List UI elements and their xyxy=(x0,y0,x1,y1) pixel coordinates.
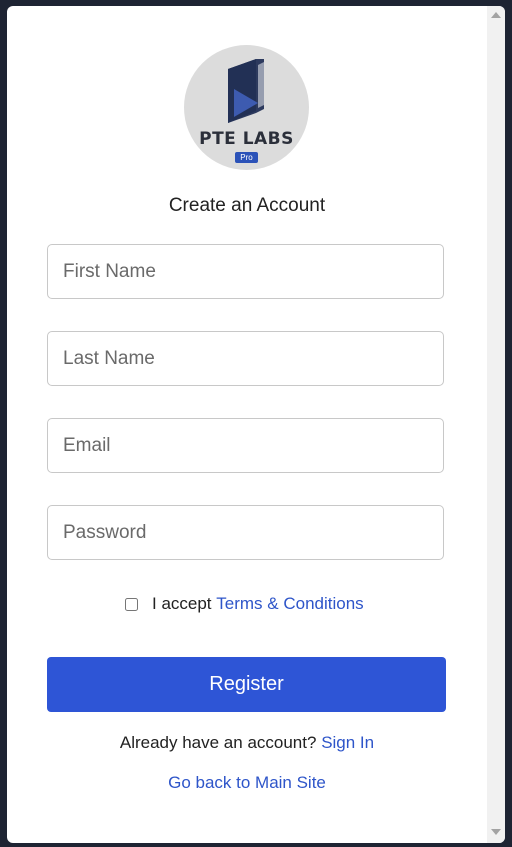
password-input[interactable] xyxy=(47,505,444,560)
signup-form: PTE LABS Pro Create an Account I accept … xyxy=(7,6,487,843)
vertical-scrollbar[interactable] xyxy=(487,6,505,843)
signin-prompt-text: Already have an account? xyxy=(119,733,317,752)
logo-brand-text: PTE LABS xyxy=(199,129,294,149)
terms-row: I accept Terms & Conditions xyxy=(123,592,364,616)
scroll-down-icon[interactable] xyxy=(491,829,501,835)
sign-in-link[interactable]: Sign In xyxy=(321,733,374,752)
last-name-input[interactable] xyxy=(47,331,444,386)
email-input[interactable] xyxy=(47,418,444,473)
terms-prefix-text: I accept xyxy=(152,594,212,613)
terms-link[interactable]: Terms & Conditions xyxy=(216,594,363,614)
accept-terms-checkbox[interactable] xyxy=(125,597,138,611)
scroll-up-icon[interactable] xyxy=(491,12,501,18)
signup-window: PTE LABS Pro Create an Account I accept … xyxy=(7,6,505,843)
page-title: Create an Account xyxy=(168,195,326,216)
logo-pro-badge: Pro xyxy=(235,152,258,163)
back-link-row: Go back to Main Site xyxy=(7,773,487,793)
register-button[interactable]: Register xyxy=(47,657,446,712)
main-site-link[interactable]: Go back to Main Site xyxy=(168,773,326,792)
signin-row: Already have an account? Sign In xyxy=(7,733,487,753)
pte-labs-logo: PTE LABS Pro xyxy=(184,45,309,170)
first-name-input[interactable] xyxy=(47,244,444,299)
